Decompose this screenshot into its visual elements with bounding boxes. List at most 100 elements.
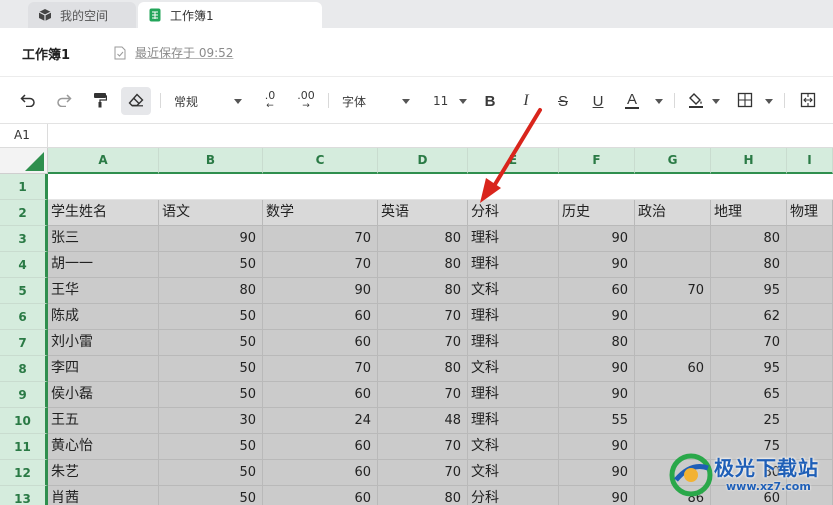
table-cell[interactable]: 80 <box>559 330 635 356</box>
table-cell[interactable]: 70 <box>711 330 787 356</box>
table-cell[interactable]: 黄心怡 <box>48 434 159 460</box>
column-header-i[interactable]: I <box>787 148 833 174</box>
table-cell[interactable]: 50 <box>159 382 263 408</box>
header-cell[interactable]: 历史 <box>559 200 635 226</box>
table-cell[interactable]: 80 <box>711 226 787 252</box>
table-cell[interactable] <box>787 434 833 460</box>
table-cell[interactable] <box>787 226 833 252</box>
header-cell[interactable]: 分科 <box>468 200 559 226</box>
row-header-8[interactable]: 8 <box>0 356 48 382</box>
table-cell[interactable]: 70 <box>378 460 468 486</box>
table-cell[interactable]: 90 <box>263 278 378 304</box>
table-cell[interactable]: 50 <box>159 330 263 356</box>
table-cell[interactable]: 95 <box>711 356 787 382</box>
header-cell[interactable]: 地理 <box>711 200 787 226</box>
table-cell[interactable]: 30 <box>159 408 263 434</box>
table-cell[interactable]: 50 <box>159 304 263 330</box>
table-cell[interactable]: 朱艺 <box>48 460 159 486</box>
row-header-4[interactable]: 4 <box>0 252 48 278</box>
table-cell[interactable]: 刘小雷 <box>48 330 159 356</box>
table-cell[interactable]: 55 <box>559 408 635 434</box>
table-cell[interactable] <box>635 434 711 460</box>
table-cell[interactable] <box>635 226 711 252</box>
column-header-b[interactable]: B <box>159 148 263 174</box>
table-cell[interactable]: 60 <box>263 330 378 356</box>
table-cell[interactable]: 王华 <box>48 278 159 304</box>
table-cell[interactable]: 理科 <box>468 226 559 252</box>
table-cell[interactable]: 理科 <box>468 408 559 434</box>
table-cell[interactable]: 理科 <box>468 304 559 330</box>
row-header-7[interactable]: 7 <box>0 330 48 356</box>
header-cell[interactable]: 英语 <box>378 200 468 226</box>
table-cell[interactable]: 80 <box>378 226 468 252</box>
table-cell[interactable]: 70 <box>378 304 468 330</box>
table-cell[interactable]: 70 <box>263 356 378 382</box>
italic-button[interactable]: I <box>515 87 537 115</box>
table-cell[interactable]: 70 <box>635 278 711 304</box>
table-cell[interactable]: 70 <box>263 226 378 252</box>
table-cell[interactable] <box>635 330 711 356</box>
table-cell[interactable]: 60 <box>263 434 378 460</box>
table-cell[interactable] <box>787 382 833 408</box>
number-format-select[interactable]: 常规 <box>168 87 248 115</box>
borders-button[interactable] <box>735 87 775 115</box>
table-cell[interactable]: 65 <box>711 382 787 408</box>
format-painter-button[interactable] <box>88 87 112 115</box>
header-cell[interactable]: 数学 <box>263 200 378 226</box>
table-cell[interactable]: 50 <box>159 486 263 505</box>
table-cell[interactable]: 50 <box>159 252 263 278</box>
table-cell[interactable]: 90 <box>559 434 635 460</box>
row-header-12[interactable]: 12 <box>0 460 48 486</box>
table-cell[interactable]: 60 <box>263 486 378 505</box>
table-cell[interactable]: 25 <box>711 408 787 434</box>
table-cell[interactable] <box>635 252 711 278</box>
table-cell[interactable]: 90 <box>559 252 635 278</box>
table-cell[interactable]: 80 <box>159 278 263 304</box>
table-cell[interactable]: 60 <box>263 304 378 330</box>
underline-button[interactable]: U <box>587 87 609 115</box>
table-cell[interactable] <box>635 408 711 434</box>
table-cell[interactable] <box>787 278 833 304</box>
table-cell[interactable]: 75 <box>711 434 787 460</box>
font-family-select[interactable]: 字体 <box>336 87 416 115</box>
increase-decimal-button[interactable]: .00 → <box>290 87 322 115</box>
save-status[interactable]: 最近保存于 09:52 <box>114 44 233 61</box>
undo-button[interactable] <box>16 87 40 115</box>
table-cell[interactable]: 80 <box>711 252 787 278</box>
table-cell[interactable]: 24 <box>263 408 378 434</box>
table-cell[interactable] <box>787 356 833 382</box>
empty-row[interactable] <box>48 174 833 200</box>
table-cell[interactable]: 90 <box>159 226 263 252</box>
table-cell[interactable]: 肖茜 <box>48 486 159 505</box>
table-cell[interactable]: 86 <box>635 486 711 505</box>
font-color-button[interactable]: A <box>623 87 665 115</box>
tab-workbook[interactable]: 工作簿1 <box>138 2 322 28</box>
table-cell[interactable]: 90 <box>559 226 635 252</box>
table-cell[interactable]: 侯小磊 <box>48 382 159 408</box>
column-header-a[interactable]: A <box>48 148 159 174</box>
bold-button[interactable]: B <box>479 87 501 115</box>
column-header-g[interactable]: G <box>635 148 711 174</box>
table-cell[interactable] <box>787 408 833 434</box>
table-cell[interactable] <box>787 460 833 486</box>
table-cell[interactable]: 胡一一 <box>48 252 159 278</box>
table-cell[interactable]: 60 <box>263 460 378 486</box>
document-title[interactable]: 工作簿1 <box>22 44 70 63</box>
column-header-e[interactable]: E <box>468 148 559 174</box>
row-header-1[interactable]: 1 <box>0 174 48 200</box>
fill-color-button[interactable] <box>686 87 722 115</box>
row-header-10[interactable]: 10 <box>0 408 48 434</box>
strikethrough-button[interactable]: S <box>552 87 574 115</box>
clear-format-button[interactable] <box>121 87 151 115</box>
table-cell[interactable] <box>635 304 711 330</box>
table-cell[interactable]: 90 <box>559 460 635 486</box>
table-cell[interactable]: 文科 <box>468 434 559 460</box>
table-cell[interactable]: 50 <box>159 460 263 486</box>
table-cell[interactable]: 90 <box>559 356 635 382</box>
column-header-h[interactable]: H <box>711 148 787 174</box>
table-cell[interactable]: 70 <box>378 382 468 408</box>
name-box[interactable]: A1 <box>0 124 48 148</box>
merge-cells-button[interactable] <box>796 87 820 115</box>
table-cell[interactable]: 文科 <box>468 460 559 486</box>
header-cell[interactable]: 学生姓名 <box>48 200 159 226</box>
